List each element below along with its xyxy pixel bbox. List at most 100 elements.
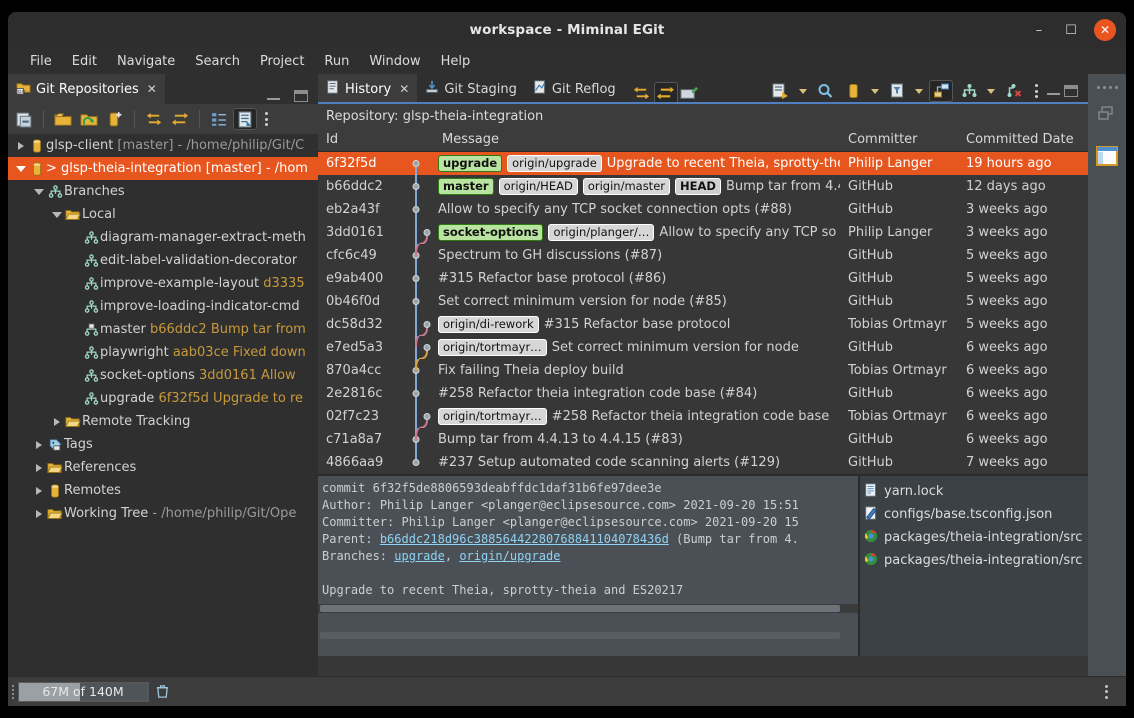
maximize-view-icon[interactable] — [1064, 85, 1078, 97]
commit-row[interactable]: 870a4ccFix failing Theia deploy buildTob… — [318, 359, 1088, 382]
ref-tag[interactable]: origin/upgrade — [507, 155, 602, 172]
status-menu-icon[interactable] — [1086, 685, 1126, 699]
commit-row[interactable]: 02f7c23origin/tortmayr…#258 Refactor the… — [318, 405, 1088, 428]
commit-row[interactable]: c71a8a7Bump tar from 4.4.13 to 4.4.15 (#… — [318, 428, 1088, 451]
menu-window[interactable]: Window — [359, 52, 430, 71]
search-icon[interactable] — [813, 80, 837, 102]
tree-row[interactable]: Branches — [8, 180, 318, 203]
minimize-view-icon[interactable] — [1047, 88, 1060, 95]
tree-row[interactable]: glsp-client [master] - /home/philip/Git/… — [8, 134, 318, 157]
show-branch-graph-icon[interactable] — [957, 80, 981, 102]
tree-row[interactable]: upgrade 6f32f5d Upgrade to re — [8, 387, 318, 410]
chevron-right-icon[interactable] — [32, 510, 46, 518]
new-editor-icon[interactable] — [678, 82, 702, 104]
commit-detail-text[interactable]: commit 6f32f5de8806593deabffdc1daf31b6fe… — [318, 476, 858, 656]
detail-parent-link[interactable]: b66ddc218d96c38856442280768841104078436d — [380, 532, 669, 546]
ref-tag[interactable]: socket-options — [438, 224, 543, 241]
changed-files-list[interactable]: yarn.lockconfigs/base.tsconfig.jsonpacka… — [860, 476, 1088, 656]
menu-navigate[interactable]: Navigate — [107, 52, 185, 71]
tab-history[interactable]: History ✕ — [318, 74, 417, 104]
column-header-date[interactable]: Committed Date — [958, 132, 1088, 147]
tree-row[interactable]: edit-label-validation-decorator — [8, 249, 318, 272]
push-icon[interactable] — [168, 108, 192, 130]
commit-list[interactable]: 6f32f5dupgradeorigin/upgradeUpgrade to r… — [318, 152, 1088, 474]
toggle-branch-hierarchy-icon[interactable] — [233, 108, 257, 130]
commit-row[interactable]: e7ed5a3origin/tortmayr…Set correct minim… — [318, 336, 1088, 359]
compare-mode-chevron-down-icon[interactable] — [797, 80, 809, 102]
collapse-all-icon[interactable] — [12, 108, 36, 130]
changed-file-row[interactable]: packages/theia-integration/src — [860, 549, 1088, 572]
view-menu-icon[interactable] — [1029, 80, 1043, 102]
commit-row[interactable]: e9ab400#315 Refactor base protocol (#86)… — [318, 267, 1088, 290]
repository-filter-icon[interactable] — [841, 80, 865, 102]
menu-project[interactable]: Project — [250, 52, 314, 71]
show-all-branches-icon[interactable] — [929, 80, 953, 102]
ref-tag[interactable]: origin/HEAD — [499, 178, 578, 195]
changed-file-row[interactable]: configs/base.tsconfig.json — [860, 503, 1088, 526]
tree-row[interactable]: socket-options 3dd0161 Allow — [8, 364, 318, 387]
tree-row[interactable]: Tags — [8, 433, 318, 456]
ref-tag[interactable]: origin/tortmayr… — [438, 408, 547, 425]
fetch-icon[interactable] — [630, 82, 654, 104]
commit-row[interactable]: 2e2816c#258 Refactor theia integration c… — [318, 382, 1088, 405]
menu-run[interactable]: Run — [314, 52, 359, 71]
tree-row[interactable]: improve-loading-indicator-cmd — [8, 295, 318, 318]
ref-tag[interactable]: HEAD — [675, 178, 721, 195]
detail-scroll-track[interactable] — [318, 631, 858, 640]
close-icon[interactable]: ✕ — [399, 82, 409, 96]
column-header-committer[interactable]: Committer — [840, 132, 958, 147]
tree-row[interactable]: Working Tree - /home/philip/Git/Ope — [8, 502, 318, 525]
menu-edit[interactable]: Edit — [62, 52, 107, 71]
filter-icon[interactable] — [885, 80, 909, 102]
tree-row[interactable]: playwright aab03ce Fixed down — [8, 341, 318, 364]
chevron-down-icon[interactable] — [14, 166, 28, 172]
detail-horizontal-scrollbar[interactable] — [318, 604, 858, 613]
column-header-message[interactable]: Message — [434, 132, 840, 147]
repository-tree[interactable]: glsp-client [master] - /home/philip/Git/… — [8, 134, 318, 676]
tab-git-staging[interactable]: Git Staging — [417, 74, 525, 104]
changed-file-row[interactable]: packages/theia-integration/src — [860, 526, 1088, 549]
close-icon[interactable]: ✕ — [147, 82, 157, 96]
commit-row[interactable]: 4866aa9#237 Setup automated code scannin… — [318, 451, 1088, 474]
commit-row[interactable]: 6f32f5dupgradeorigin/upgradeUpgrade to r… — [318, 152, 1088, 175]
maximize-view-icon[interactable] — [294, 90, 308, 102]
commit-row[interactable]: eb2a43fAllow to specify any TCP socket c… — [318, 198, 1088, 221]
ref-tag[interactable]: origin/di-rework — [438, 316, 539, 333]
ref-tag[interactable]: upgrade — [438, 155, 502, 172]
ref-tag[interactable]: origin/tortmayr… — [438, 339, 547, 356]
heap-status[interactable]: 67M of 140M — [18, 682, 148, 702]
view-menu-icon[interactable] — [259, 108, 273, 130]
chevron-right-icon[interactable] — [50, 418, 64, 426]
detail-branch-link-upgrade[interactable]: upgrade — [394, 549, 445, 563]
clone-repository-icon[interactable] — [77, 108, 101, 130]
commit-row[interactable]: 3dd0161socket-optionsorigin/planger/…All… — [318, 221, 1088, 244]
menu-file[interactable]: File — [20, 52, 62, 71]
trash-icon[interactable] — [148, 682, 176, 702]
tree-row[interactable]: improve-example-layout d3335 — [8, 272, 318, 295]
add-repository-icon[interactable] — [51, 108, 75, 130]
commit-row[interactable]: cfc6c49Spectrum to GH discussions (#87)G… — [318, 244, 1088, 267]
compare-mode-icon[interactable] — [769, 80, 793, 102]
tree-row[interactable]: References — [8, 456, 318, 479]
create-repository-icon[interactable] — [103, 108, 127, 130]
changed-file-row[interactable]: yarn.lock — [860, 480, 1088, 503]
tree-row[interactable]: Remote Tracking — [8, 410, 318, 433]
detail-branch-link-origin-upgrade[interactable]: origin/upgrade — [459, 549, 560, 563]
filter-chevron-down-icon[interactable] — [913, 80, 925, 102]
commit-row[interactable]: 0b46f0dSet correct minimum version for n… — [318, 290, 1088, 313]
tree-row[interactable]: master b66ddc2 Bump tar from — [8, 318, 318, 341]
commit-row[interactable]: dc58d32origin/di-rework#315 Refactor bas… — [318, 313, 1088, 336]
push-pull-icon[interactable] — [654, 82, 678, 104]
column-header-id[interactable]: Id — [318, 132, 406, 147]
ref-tag[interactable]: master — [438, 178, 494, 195]
chevron-right-icon[interactable] — [32, 441, 46, 449]
chevron-down-icon[interactable] — [32, 189, 46, 195]
chevron-right-icon[interactable] — [32, 464, 46, 472]
restore-perspective-icon[interactable] — [1096, 104, 1118, 128]
minimize-button[interactable]: – — [1030, 21, 1048, 39]
branch-graph-chevron-down-icon[interactable] — [985, 80, 997, 102]
chevron-right-icon[interactable] — [14, 142, 28, 150]
minimize-view-icon[interactable] — [267, 93, 280, 100]
maximize-button[interactable]: ☐ — [1062, 21, 1080, 39]
close-button[interactable]: ✕ — [1094, 19, 1116, 41]
